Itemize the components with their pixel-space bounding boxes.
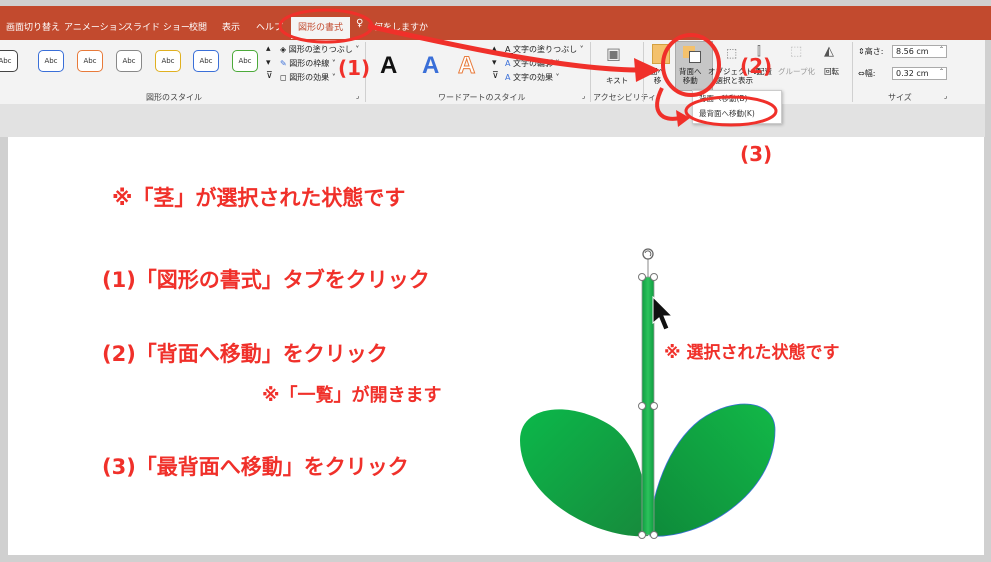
instruction-step3: (3)「最背面へ移動」をクリック	[102, 455, 409, 479]
resize-handle[interactable]	[638, 402, 646, 410]
resize-handle[interactable]	[650, 273, 658, 281]
instruction-step1: (1)「図形の書式」タブをクリック	[102, 268, 430, 292]
leaf-right	[649, 403, 776, 537]
tab-highlight-ellipse	[278, 8, 374, 44]
resize-handle[interactable]	[650, 402, 658, 410]
note-selected-state: ※ 選択された状態です	[664, 343, 840, 363]
note-stem-selected: ※「茎」が選択された状態です	[112, 186, 406, 210]
button-highlight-circle	[661, 33, 721, 97]
step3-marker: (3)	[740, 142, 773, 166]
arrow-head-icon	[676, 110, 690, 127]
note-list-opens: ※「一覧」が開きます	[262, 385, 442, 406]
step1-marker: (1)	[338, 56, 371, 80]
leaf-left	[520, 409, 649, 537]
step2-marker: (2)	[740, 54, 773, 78]
screenshot-frame: 画面切り替え アニメーション スライド ショー 校閲 表示 ヘルプ 図形の書式 …	[0, 0, 991, 562]
resize-handle[interactable]	[638, 273, 646, 281]
resize-handle[interactable]	[638, 531, 646, 539]
mouse-cursor-icon	[652, 295, 674, 331]
resize-handle[interactable]	[650, 531, 658, 539]
instruction-step2: (2)「背面へ移動」をクリック	[102, 342, 388, 366]
dropdown-highlight-ellipse	[684, 95, 778, 127]
arrow-head-icon	[634, 58, 660, 82]
arrow-tab-to-button	[367, 23, 641, 73]
